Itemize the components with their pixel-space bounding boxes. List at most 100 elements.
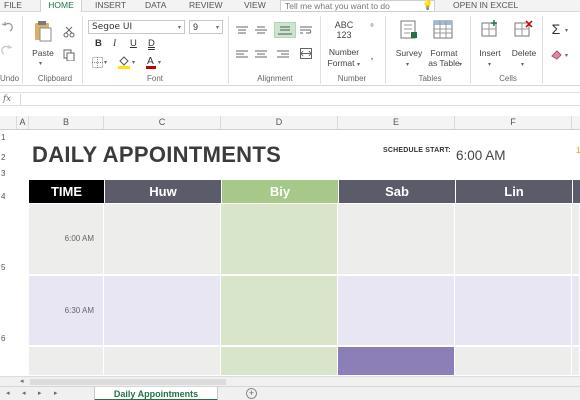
row-header-3[interactable]: 3 [0, 169, 12, 178]
autosum-icon[interactable]: Σ [549, 22, 563, 36]
chevron-down-icon[interactable]: ▾ [357, 61, 360, 68]
appointment-cell[interactable] [104, 347, 221, 376]
appointment-cell[interactable] [455, 204, 572, 275]
appointment-cell[interactable] [572, 347, 580, 376]
number-format-label-line2[interactable]: Format [322, 58, 360, 68]
menu-data[interactable]: DATA [145, 0, 173, 12]
chevron-down-icon[interactable]: ▾ [459, 61, 462, 68]
chevron-down-icon[interactable]: ▾ [216, 24, 219, 31]
wrap-text-icon[interactable] [300, 26, 312, 34]
delete-label[interactable]: Delete [508, 48, 540, 58]
format-as-table-label-line1[interactable]: Format [425, 48, 463, 58]
time-cell[interactable]: 6:30 AM [29, 276, 104, 346]
eraser-icon[interactable] [550, 48, 564, 60]
paste-label[interactable]: Paste [28, 48, 58, 58]
prev-sheet-icon[interactable]: ◂ [22, 389, 26, 397]
appointment-cell[interactable] [104, 204, 221, 275]
header-huw[interactable]: Huw [104, 180, 221, 203]
header-time[interactable]: TIME [29, 180, 104, 203]
chevron-down-icon[interactable]: ▾ [104, 59, 107, 66]
appointment-cell[interactable] [338, 204, 455, 275]
align-top-icon[interactable] [236, 26, 248, 34]
appointment-cell[interactable] [455, 276, 572, 346]
merge-cells-icon[interactable] [300, 48, 312, 59]
chevron-down-icon[interactable]: ▾ [406, 61, 409, 68]
chevron-down-icon[interactable]: ▾ [565, 52, 568, 59]
menu-home[interactable]: HOME [40, 0, 82, 12]
formula-input[interactable] [20, 94, 578, 105]
booked-appointment-cell[interactable] [338, 347, 455, 376]
paste-icon[interactable] [34, 20, 52, 42]
appointment-cell[interactable] [221, 276, 338, 346]
copy-icon[interactable] [63, 49, 75, 61]
row-header-1[interactable]: 1 [0, 133, 12, 142]
sheet-title[interactable]: DAILY APPOINTMENTS [32, 142, 281, 168]
format-as-table-icon[interactable] [433, 20, 453, 40]
font-color-icon[interactable]: A [145, 55, 157, 69]
menu-review[interactable]: REVIEW [189, 0, 223, 12]
number-format-icon[interactable]: ABC 123 [331, 20, 357, 40]
header-lin[interactable]: Lin [455, 180, 572, 203]
format-as-table-label-line2[interactable]: as Table [424, 58, 464, 68]
align-right-icon[interactable] [277, 50, 289, 58]
fill-color-icon[interactable] [117, 55, 131, 69]
font-family-select[interactable]: Segoe UI [88, 20, 185, 34]
chevron-down-icon[interactable]: ▾ [565, 27, 568, 34]
header-biy[interactable]: Biy [221, 180, 338, 203]
scroll-left-icon[interactable]: ◂ [20, 377, 24, 385]
appointment-cell[interactable] [572, 276, 580, 346]
underline-button[interactable]: U [130, 38, 137, 50]
column-header-c[interactable]: C [104, 116, 221, 130]
insert-cells-icon[interactable] [481, 20, 499, 38]
menu-file[interactable]: FILE [4, 0, 28, 12]
last-sheet-icon[interactable]: ▸ [54, 389, 58, 397]
row-header-2[interactable]: 2 [0, 153, 12, 162]
chevron-down-icon[interactable]: ▾ [488, 61, 491, 68]
menu-insert[interactable]: INSERT [95, 0, 129, 12]
increase-decimal-icon[interactable]: ⁰ [368, 22, 376, 32]
schedule-start-value[interactable]: 6:00 AM [456, 148, 506, 163]
row-header-5[interactable]: 5 [0, 263, 12, 272]
row-header-4[interactable]: 4 [0, 192, 12, 201]
sheet-tab-daily-appointments[interactable]: Daily Appointments [94, 387, 218, 400]
chevron-down-icon[interactable]: ▾ [178, 24, 181, 31]
next-sheet-icon[interactable]: ▸ [38, 389, 42, 397]
chevron-down-icon[interactable]: ▾ [521, 61, 524, 68]
redo-icon[interactable] [1, 45, 13, 57]
align-left-icon[interactable] [236, 50, 248, 58]
horizontal-scrollbar[interactable]: ◂ [0, 376, 580, 386]
appointment-cell[interactable] [104, 276, 221, 346]
appointment-cell[interactable] [221, 347, 338, 376]
align-bottom-button[interactable] [274, 22, 296, 38]
chevron-down-icon[interactable]: ▾ [158, 59, 161, 66]
chevron-down-icon[interactable]: ▾ [132, 59, 135, 66]
double-underline-button[interactable]: D [148, 38, 155, 50]
row-header-6[interactable]: 6 [0, 334, 12, 343]
undo-icon[interactable] [1, 22, 13, 34]
appointment-cell[interactable] [338, 276, 455, 346]
header-sab[interactable]: Sab [338, 180, 455, 203]
appointment-cell[interactable] [572, 204, 580, 275]
time-cell[interactable]: 6:00 AM [29, 204, 104, 275]
survey-icon[interactable] [400, 20, 418, 40]
bold-button[interactable]: B [95, 38, 102, 50]
comma-style-icon[interactable]: , [368, 52, 376, 62]
italic-button[interactable]: I [113, 38, 116, 50]
select-all-corner[interactable] [0, 116, 17, 130]
column-header-a[interactable]: A [17, 116, 29, 130]
cut-icon[interactable] [63, 26, 75, 38]
align-middle-icon[interactable] [255, 26, 267, 34]
menu-view[interactable]: VIEW [244, 0, 270, 12]
appointment-cell[interactable] [221, 204, 338, 275]
delete-cells-icon[interactable] [514, 20, 534, 38]
survey-label[interactable]: Survey [393, 48, 425, 58]
header-partial[interactable] [572, 180, 580, 203]
number-format-label-line1[interactable]: Number [322, 47, 366, 57]
column-header-f[interactable]: F [455, 116, 572, 130]
tell-me-input[interactable]: Tell me what you want to do [280, 0, 435, 12]
chevron-down-icon[interactable]: ▾ [39, 60, 42, 67]
time-cell[interactable] [29, 347, 104, 376]
column-header-d[interactable]: D [221, 116, 338, 130]
add-sheet-icon[interactable]: + [246, 388, 257, 399]
insert-label[interactable]: Insert [475, 48, 505, 58]
